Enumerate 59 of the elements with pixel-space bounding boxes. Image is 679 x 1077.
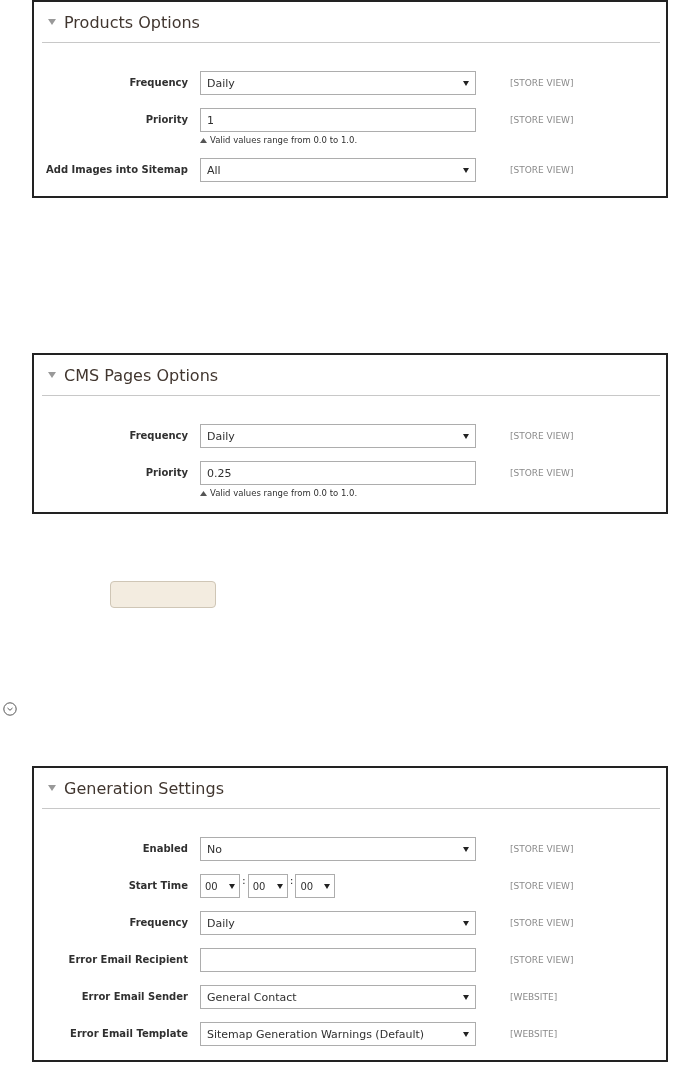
caret-icon [463,994,469,1000]
field-label: Error Email Recipient [67,953,188,967]
field-label: Error Email Sender [80,990,188,1004]
triangle-up-icon [200,137,207,143]
caret-icon [463,433,469,439]
scope-label: [STORE VIEW] [509,467,575,480]
dropdown[interactable]: Daily [200,911,476,935]
blank-button[interactable] [110,581,216,608]
field-label: Add Images into Sitemap [45,163,188,177]
input-field[interactable]: 1 [200,108,476,132]
scope-label: [STORE VIEW] [509,880,575,893]
scope-label: [WEBSITE] [509,991,559,1004]
field-label: Frequency [128,76,188,90]
scope-label: [WEBSITE] [509,1028,559,1041]
dropdown[interactable]: All [200,158,476,182]
field-hint: Valid values range from 0.0 to 1.0. [210,488,358,498]
field-label: Frequency [128,429,188,443]
chevron-circle-icon[interactable] [3,702,17,716]
panel-title: Generation Settings [64,778,224,798]
panel-title: Products Options [64,12,200,32]
input-field[interactable] [200,948,476,972]
field-label: Enabled [141,842,188,856]
caret-icon [324,883,331,889]
scope-label: [STORE VIEW] [509,843,575,856]
field-label: Frequency [128,916,188,930]
triangle-up-icon [200,490,207,496]
time-dropdown[interactable]: 00 [200,874,240,898]
dropdown[interactable]: No [200,837,476,861]
field-hint: Valid values range from 0.0 to 1.0. [210,135,358,145]
scope-label: [STORE VIEW] [509,164,575,177]
time-dropdown[interactable]: 00 [295,874,336,898]
caret-icon [276,883,283,889]
caret-icon [463,167,469,173]
panel-header[interactable]: Products Options [42,2,660,43]
scope-label: [STORE VIEW] [509,77,575,90]
scope-label: [STORE VIEW] [509,917,575,930]
input-field[interactable]: 0.25 [200,461,476,485]
caret-icon [463,920,469,926]
dropdown[interactable]: Daily [200,424,476,448]
field-label: Priority [144,466,188,480]
dropdown[interactable]: Daily [200,71,476,95]
scope-label: [STORE VIEW] [509,114,575,127]
caret-icon [229,883,235,889]
caret-icon [463,80,469,86]
dropdown[interactable]: Sitemap Generation Warnings (Default) [200,1022,476,1046]
time-dropdown[interactable]: 00 [247,874,288,898]
time-separator: : [242,874,246,888]
field-label: Priority [144,113,188,127]
panel-title: CMS Pages Options [64,365,219,385]
field-label: Start Time [127,879,188,893]
scope-label: [STORE VIEW] [509,430,575,443]
scope-label: [STORE VIEW] [509,954,575,967]
caret-icon [463,846,469,852]
time-separator: : [289,874,294,888]
field-label: Error Email Template [69,1027,188,1041]
dropdown[interactable]: General Contact [200,985,476,1009]
panel-header[interactable]: CMS Pages Options [42,355,660,396]
panel-header[interactable]: Generation Settings [42,768,660,809]
caret-icon [463,1031,469,1037]
